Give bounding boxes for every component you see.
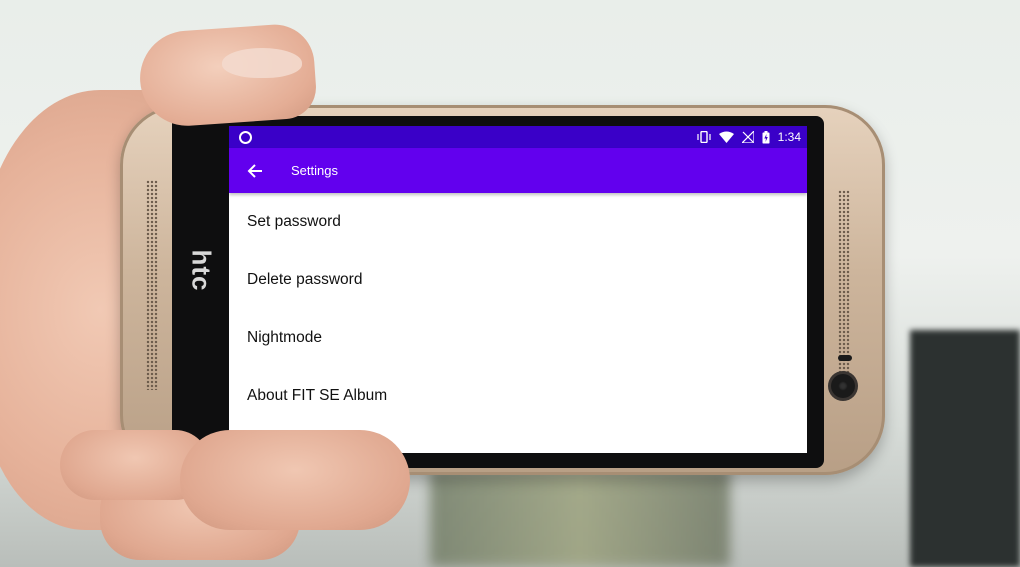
nightmode-item[interactable]: Nightmode [229,309,807,367]
status-time: 1:34 [777,130,801,144]
no-signal-icon [741,131,754,143]
phone-screen: 1:34 Settings Set password Delete passwo… [229,126,807,453]
speaker-grille-right [838,190,850,400]
wifi-icon [718,131,734,143]
battery-charging-icon [762,130,770,144]
speaker-grille-left [146,180,158,390]
page-title: Settings [291,163,338,178]
app-bar: Settings [229,148,807,193]
status-icons: 1:34 [697,130,801,144]
status-bar: 1:34 [229,126,807,148]
circle-notification-icon [239,130,252,144]
about-item[interactable]: About FIT SE Album [229,367,807,425]
finger [180,430,410,530]
settings-list: Set password Delete password Nightmode A… [229,193,807,425]
delete-password-item[interactable]: Delete password [229,251,807,309]
arrow-back-icon[interactable] [243,159,267,183]
front-camera [831,374,855,398]
brand-logo: htc [186,249,217,292]
set-password-item[interactable]: Set password [229,193,807,251]
background-blur [430,470,730,567]
background-object [910,330,1020,567]
thumbnail-nail [222,48,302,78]
thumb [136,22,319,129]
vibrate-icon [697,131,711,143]
proximity-sensor [838,355,852,361]
